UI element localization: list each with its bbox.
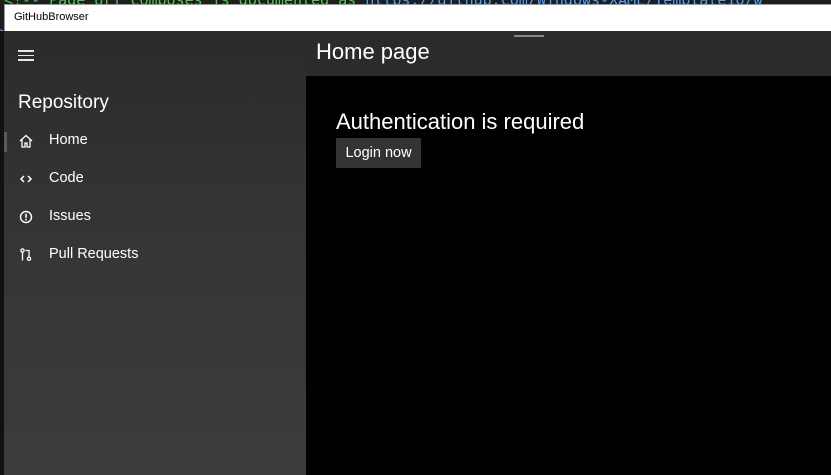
pane-header: Repository (18, 92, 109, 113)
nav-item-label: Code (49, 170, 84, 186)
navigation-pane: Repository Home Code Issues Pull Request… (4, 31, 306, 475)
nav-item-label: Pull Requests (49, 246, 139, 262)
nav-item-home[interactable]: Home (4, 124, 306, 160)
nav-item-label: Issues (49, 208, 91, 224)
nav-item-label: Home (49, 132, 88, 148)
selection-indicator (4, 132, 7, 152)
nav-item-issues[interactable]: Issues (4, 200, 306, 236)
issues-icon (19, 210, 33, 224)
drag-handle[interactable] (514, 35, 544, 37)
page-title: Home page (316, 39, 430, 64)
nav-item-pull-requests[interactable]: Pull Requests (4, 238, 306, 274)
nav-item-code[interactable]: Code (4, 162, 306, 198)
home-icon (19, 134, 33, 148)
pull-request-icon (20, 248, 32, 262)
window-titlebar[interactable]: GitHubBrowser (4, 4, 831, 31)
hamburger-menu-button[interactable] (18, 48, 36, 62)
code-icon (19, 175, 33, 183)
window-title: GitHubBrowser (14, 11, 89, 23)
login-button[interactable]: Login now (336, 138, 421, 168)
auth-message: Authentication is required (336, 109, 585, 134)
page-header: Home page (306, 31, 831, 76)
